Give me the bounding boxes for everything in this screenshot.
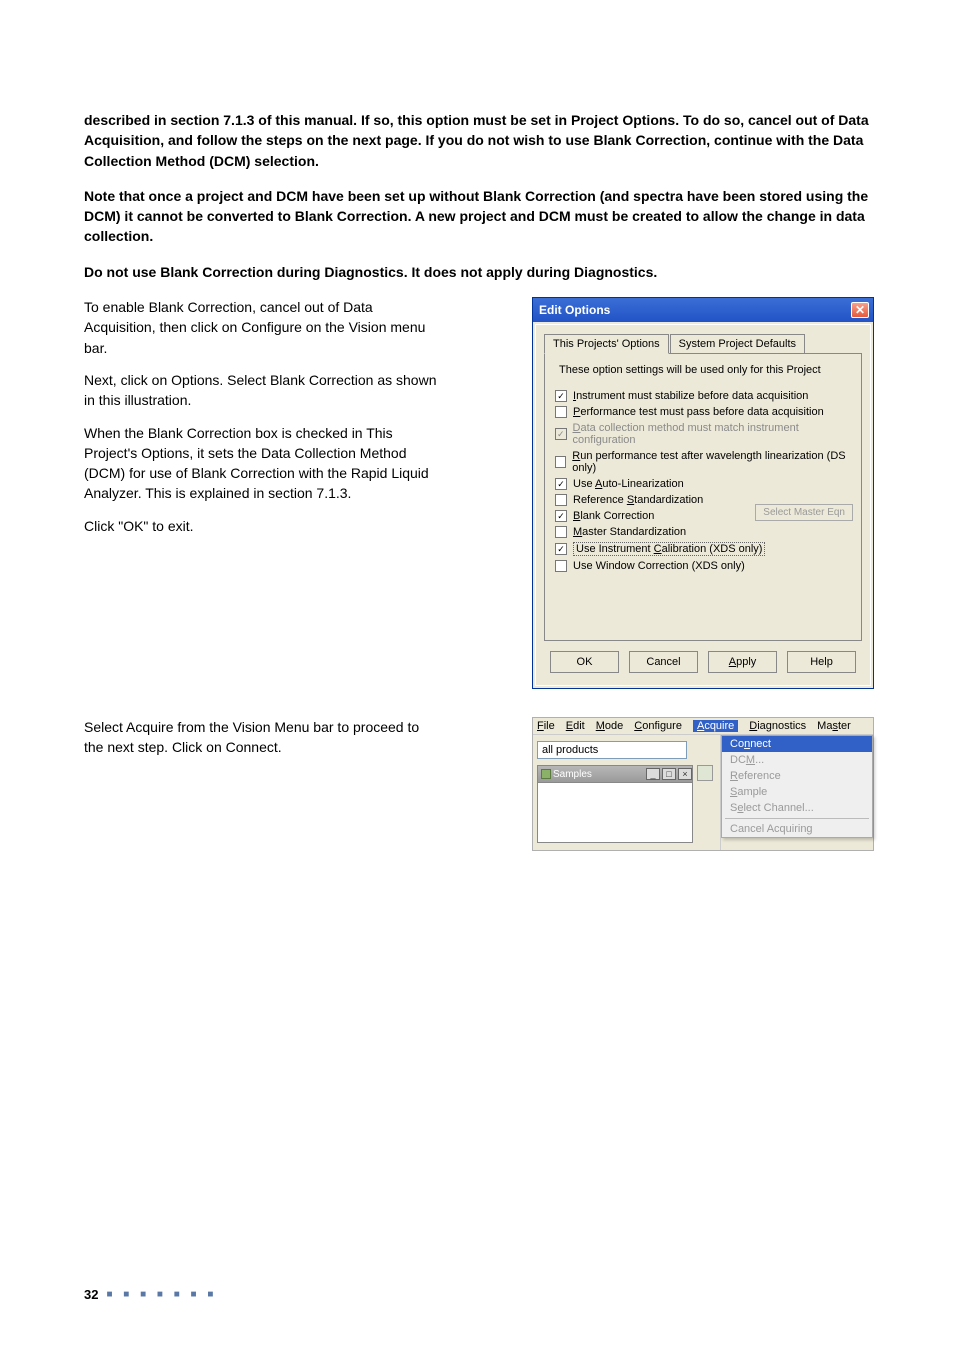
samples-window-titlebar: Samples _ □ × [537,765,693,783]
dropdown-item: Sample [722,784,872,800]
option-row: Blank CorrectionSelect Master Eqn [555,510,851,522]
close-icon[interactable]: × [678,768,692,780]
menu-item[interactable]: Edit [566,720,585,732]
left-para-1: To enable Blank Correction, cancel out o… [84,297,442,358]
acquire-dropdown: ConnectDCM...ReferenceSampleSelect Chann… [721,735,873,838]
option-row: Instrument must stabilize before data ac… [555,390,851,402]
option-label: Instrument must stabilize before data ac… [573,390,808,402]
tab-hint: These option settings will be used only … [559,364,851,376]
dialog-title: Edit Options [539,303,610,317]
dropdown-item: Reference [722,768,872,784]
checkbox[interactable] [555,526,567,538]
option-label: Use Instrument Calibration (XDS only) [573,542,765,556]
samples-title: Samples [553,769,644,780]
checkbox[interactable] [555,510,567,522]
option-row: Use Auto-Linearization [555,478,851,490]
tab-this-project[interactable]: This Projects' Options [544,334,669,354]
menu-item[interactable]: Mode [596,720,624,732]
paragraph-3: Do not use Blank Correction during Diagn… [84,262,874,282]
menu-item[interactable]: Diagnostics [749,720,806,732]
dropdown-item: DCM... [722,752,872,768]
tab-system-defaults[interactable]: System Project Defaults [670,334,805,354]
left-para-3: When the Blank Correction box is checked… [84,423,442,504]
menu-item[interactable]: Acquire [693,720,738,732]
option-label: Run performance test after wavelength li… [572,450,851,474]
option-row: Run performance test after wavelength li… [555,450,851,474]
edit-options-dialog: Edit Options ✕ This Projects' Options Sy… [532,297,874,689]
option-label: Use Auto-Linearization [573,478,684,490]
maximize-icon[interactable]: □ [662,768,676,780]
menu-item[interactable]: File [537,720,555,732]
checkbox[interactable] [555,390,567,402]
menu-item[interactable]: Master [817,720,851,732]
option-label: Use Window Correction (XDS only) [573,560,745,572]
checkbox[interactable] [555,406,567,418]
vision-menu-screenshot: File Edit Mode Configure Acquire Diagnostics M… [532,717,874,851]
ok-button[interactable]: OK [550,651,619,673]
cancel-button[interactable]: Cancel [629,651,698,673]
dropdown-item: Select Channel... [722,800,872,816]
left-para-4: Click "OK" to exit. [84,516,442,536]
left-para-5: Select Acquire from the Vision Menu bar … [84,717,442,758]
checkbox[interactable] [555,456,566,468]
checkbox[interactable] [555,560,567,572]
product-combobox[interactable]: all products [537,741,687,759]
minimize-icon[interactable]: _ [646,768,660,780]
checkbox[interactable] [555,543,567,555]
option-row: Data collection method must match instru… [555,422,851,446]
samples-pane [537,783,693,843]
chart-icon[interactable] [697,765,713,781]
apply-button[interactable]: Apply [708,651,777,673]
option-row: Use Instrument Calibration (XDS only) [555,542,851,556]
checkbox [555,428,567,440]
checkbox[interactable] [555,494,567,506]
page-number: 32 [84,1287,98,1302]
close-icon[interactable]: ✕ [851,302,869,318]
menu-separator [725,818,869,819]
left-para-2: Next, click on Options. Select Blank Cor… [84,370,442,411]
page-footer: 32 ■ ■ ■ ■ ■ ■ ■ [84,1287,217,1302]
footer-dots: ■ ■ ■ ■ ■ ■ ■ [106,1289,217,1300]
option-label: Reference Standardization [573,494,703,506]
option-label: Data collection method must match instru… [573,422,851,446]
paragraph-1: described in section 7.1.3 of this manua… [84,110,874,171]
menubar: File Edit Mode Configure Acquire Diagnostics M… [533,718,873,735]
help-button[interactable]: Help [787,651,856,673]
paragraph-2: Note that once a project and DCM have be… [84,186,874,247]
option-label: Master Standardization [573,526,686,538]
dropdown-item[interactable]: Connect [722,736,872,752]
select-master-eqn-button: Select Master Eqn [755,504,853,521]
option-row: Use Window Correction (XDS only) [555,560,851,572]
dropdown-item: Cancel Acquiring [722,821,872,837]
option-label: Performance test must pass before data a… [573,406,824,418]
option-label: Blank Correction [573,510,654,522]
menu-item[interactable]: Configure [634,720,682,732]
option-row: Performance test must pass before data a… [555,406,851,418]
dialog-titlebar: Edit Options ✕ [533,298,873,322]
checkbox[interactable] [555,478,567,490]
option-row: Master Standardization [555,526,851,538]
